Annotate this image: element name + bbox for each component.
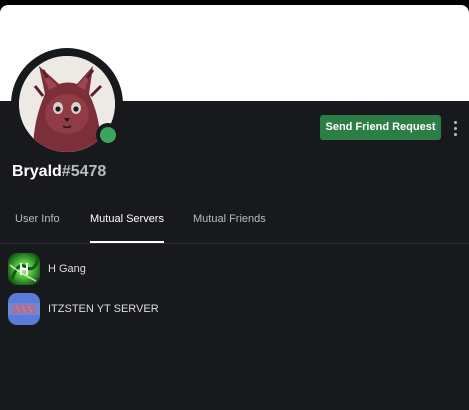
mutual-server-item[interactable]: H Gang xyxy=(8,253,460,285)
status-indicator xyxy=(96,123,120,147)
profile-tabs: User Info Mutual Servers Mutual Friends xyxy=(0,205,469,244)
user-profile-modal: Send Friend Request Bryald#5478 User Inf… xyxy=(0,5,469,410)
tab-user-info[interactable]: User Info xyxy=(15,205,60,243)
more-vertical-icon[interactable] xyxy=(450,118,462,138)
server-name: ITZSTEN YT SERVER xyxy=(48,303,159,315)
h-gang-server-icon xyxy=(8,253,40,285)
mutual-server-item[interactable]: ITZSTEN YT SERVER xyxy=(8,293,460,325)
username-discriminator: #5478 xyxy=(61,163,107,180)
server-name: H Gang xyxy=(48,263,86,275)
online-status-icon xyxy=(100,127,116,143)
avatar-frame xyxy=(11,48,123,160)
username-name: Bryald xyxy=(12,163,62,180)
username: Bryald#5478 xyxy=(12,163,106,181)
send-friend-request-button[interactable]: Send Friend Request xyxy=(320,115,441,140)
itzsten-server-icon xyxy=(8,293,40,325)
tab-mutual-friends[interactable]: Mutual Friends xyxy=(193,205,266,243)
tab-mutual-servers[interactable]: Mutual Servers xyxy=(90,205,164,243)
